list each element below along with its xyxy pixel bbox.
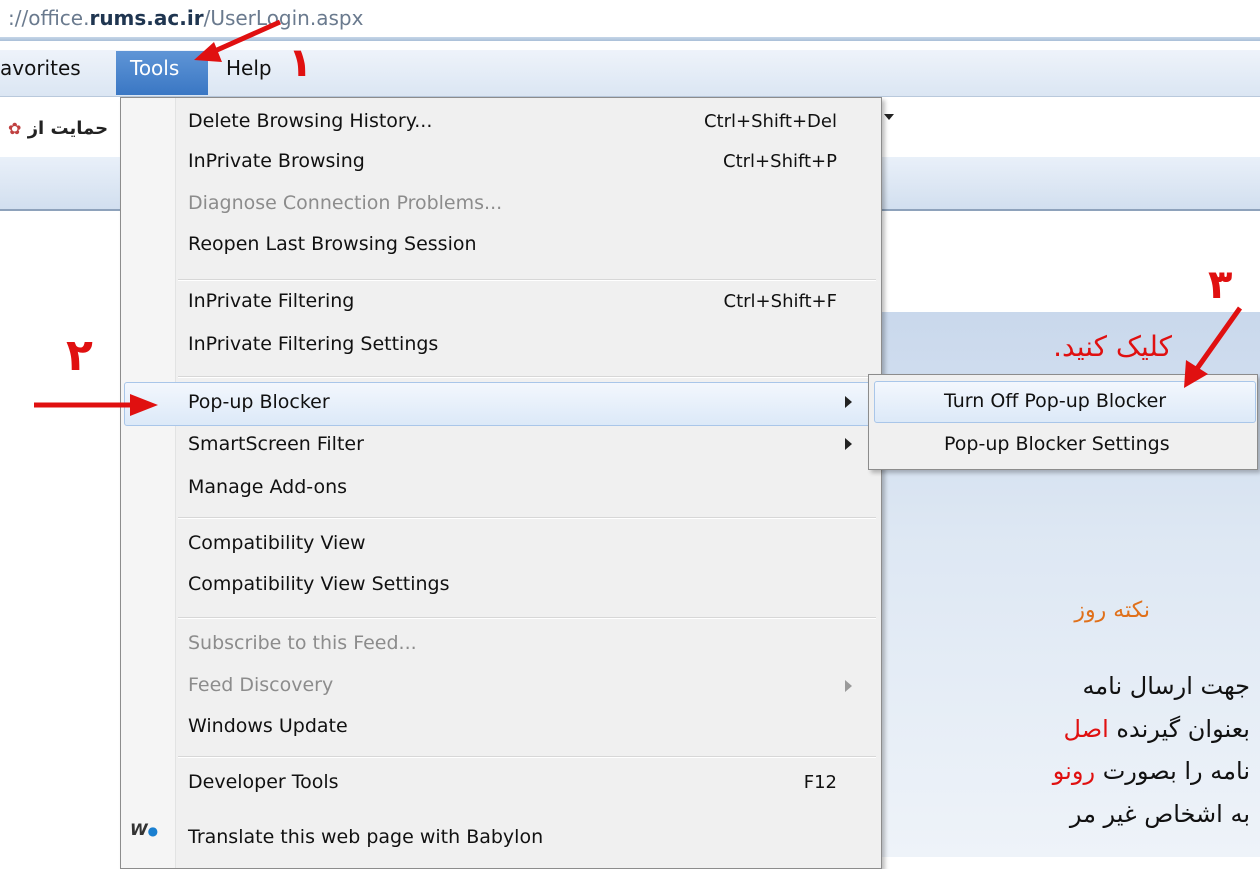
babylon-icon: W● bbox=[130, 820, 159, 839]
menu-item-feed-discovery: Feed Discovery bbox=[188, 674, 334, 696]
menu-item-inprivate-filtering[interactable]: InPrivate Filtering bbox=[188, 290, 354, 312]
chevron-down-icon[interactable] bbox=[884, 114, 894, 120]
tip-line-2: بعنوان گیرنده اصل bbox=[1063, 715, 1250, 743]
menu-separator bbox=[178, 376, 876, 378]
menu-item-inprivate-browsing[interactable]: InPrivate Browsing bbox=[188, 150, 365, 172]
menu-item-delete-history[interactable]: Delete Browsing History... bbox=[188, 110, 432, 132]
menu-item-subscribe-feed: Subscribe to this Feed... bbox=[188, 632, 417, 654]
shortcut-developer-tools: F12 bbox=[803, 772, 837, 793]
tip-line-1: جهت ارسال نامه bbox=[1082, 672, 1250, 700]
menu-tools[interactable]: Tools bbox=[130, 56, 179, 80]
submenu-arrow-icon bbox=[845, 396, 852, 408]
menu-item-manage-addons[interactable]: Manage Add-ons bbox=[188, 476, 347, 498]
annotation-step-1: ١ bbox=[288, 40, 313, 86]
favorites-bar-item[interactable]: حمایت از ✿ bbox=[8, 118, 108, 139]
menu-item-compatibility-view[interactable]: Compatibility View bbox=[188, 532, 366, 554]
submenu-item-popup-blocker-settings[interactable]: Pop-up Blocker Settings bbox=[944, 433, 1170, 455]
flower-icon: ✿ bbox=[8, 119, 22, 138]
submenu-arrow-icon bbox=[845, 680, 852, 692]
menu-icon-gutter bbox=[121, 98, 176, 868]
menu-item-windows-update[interactable]: Windows Update bbox=[188, 715, 348, 737]
menu-separator bbox=[178, 517, 876, 519]
shortcut-inprivate-filtering: Ctrl+Shift+F bbox=[723, 291, 837, 312]
tip-line-3: نامه را بصورت رونو bbox=[1052, 757, 1250, 785]
menu-item-compatibility-view-settings[interactable]: Compatibility View Settings bbox=[188, 573, 450, 595]
submenu-arrow-icon bbox=[845, 438, 852, 450]
annotation-arrow-2 bbox=[34, 394, 158, 416]
menu-item-popup-blocker[interactable]: Pop-up Blocker bbox=[188, 391, 330, 413]
menu-separator bbox=[178, 617, 876, 619]
annotation-arrow-3 bbox=[1184, 306, 1243, 388]
menu-separator bbox=[178, 756, 876, 758]
tip-line-4: به اشخاص غیر مر bbox=[1069, 800, 1250, 828]
menu-item-smartscreen-filter[interactable]: SmartScreen Filter bbox=[188, 433, 364, 455]
shortcut-inprivate-browsing: Ctrl+Shift+P bbox=[723, 151, 837, 172]
shortcut-delete-history: Ctrl+Shift+Del bbox=[703, 111, 837, 132]
menu-item-developer-tools[interactable]: Developer Tools bbox=[188, 771, 339, 793]
favorites-bar-label: حمایت از bbox=[27, 118, 109, 139]
menu-item-reopen-session[interactable]: Reopen Last Browsing Session bbox=[188, 233, 477, 255]
menu-item-translate-babylon[interactable]: Translate this web page with Babylon bbox=[188, 826, 543, 848]
menu-item-inprivate-filtering-settings[interactable]: InPrivate Filtering Settings bbox=[188, 333, 438, 355]
menu-favorites[interactable]: avorites bbox=[0, 56, 81, 80]
annotation-click-text: کلیک کنید. bbox=[1053, 330, 1172, 363]
annotation-arrow-1 bbox=[194, 19, 282, 62]
submenu-item-turn-off-popup-blocker[interactable]: Turn Off Pop-up Blocker bbox=[944, 390, 1166, 412]
menu-item-diagnose-connection: Diagnose Connection Problems... bbox=[188, 192, 503, 214]
tip-title: نکته روز bbox=[1074, 598, 1150, 623]
annotation-step-2: ٢ bbox=[66, 330, 93, 381]
menu-separator bbox=[178, 279, 876, 281]
